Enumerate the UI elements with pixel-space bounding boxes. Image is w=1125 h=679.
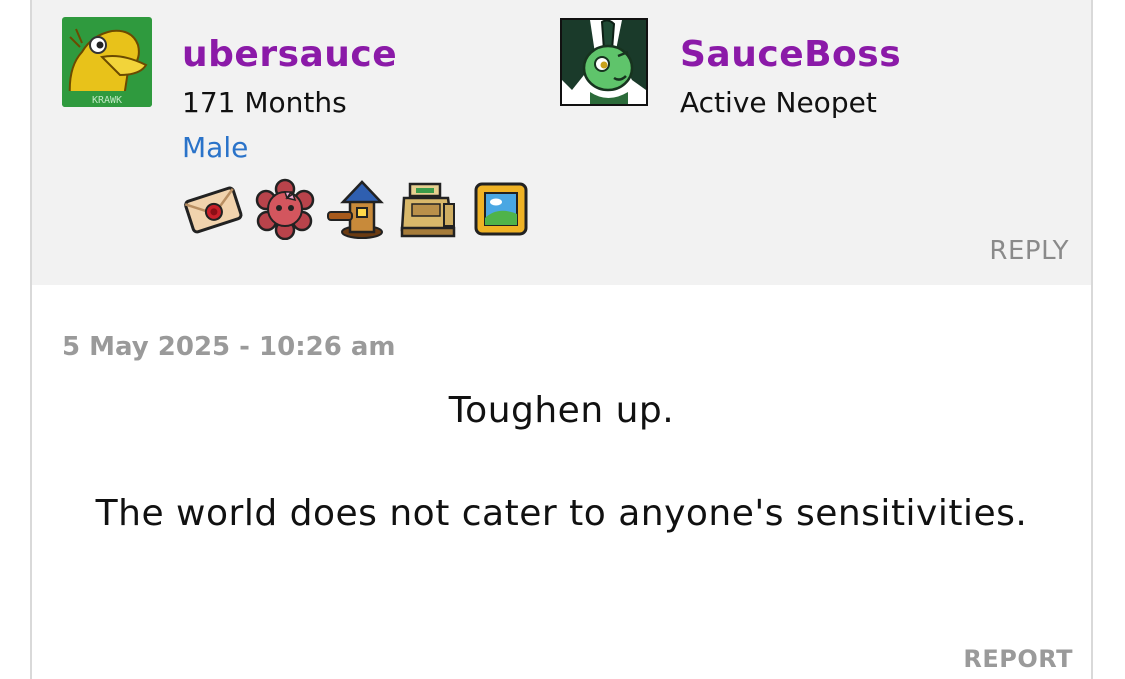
trophy-list (182, 178, 532, 240)
pet-status: Active Neopet (680, 86, 877, 119)
post-timestamp: 5 May 2025 - 10:26 am (62, 332, 396, 362)
pet-name-link[interactable]: SauceBoss (680, 34, 901, 75)
username-link[interactable]: ubersauce (182, 34, 397, 75)
pet-image[interactable] (560, 18, 648, 106)
picture-frame-icon[interactable] (470, 178, 532, 240)
green-pet-icon (562, 20, 646, 104)
post-text-line: The world does not cater to anyone's sen… (95, 493, 1028, 534)
post-text-line: Toughen up. (448, 390, 675, 431)
report-button[interactable]: REPORT (963, 645, 1073, 673)
forum-post: KRAWK ubersauce 171 Months Male SauceBos… (30, 0, 1093, 679)
avatar-caption: KRAWK (92, 95, 122, 106)
cash-register-icon[interactable] (398, 178, 460, 240)
account-age: 171 Months (182, 86, 347, 119)
krawk-avatar-icon: KRAWK (62, 17, 152, 107)
post-header: KRAWK ubersauce 171 Months Male SauceBos… (32, 0, 1091, 285)
gender-label: Male (182, 131, 249, 164)
flower-face-icon[interactable] (254, 178, 316, 240)
tower-icon[interactable] (326, 178, 388, 240)
envelope-icon[interactable] (182, 178, 244, 240)
user-avatar[interactable]: KRAWK (62, 17, 152, 107)
reply-button[interactable]: REPLY (989, 236, 1069, 266)
